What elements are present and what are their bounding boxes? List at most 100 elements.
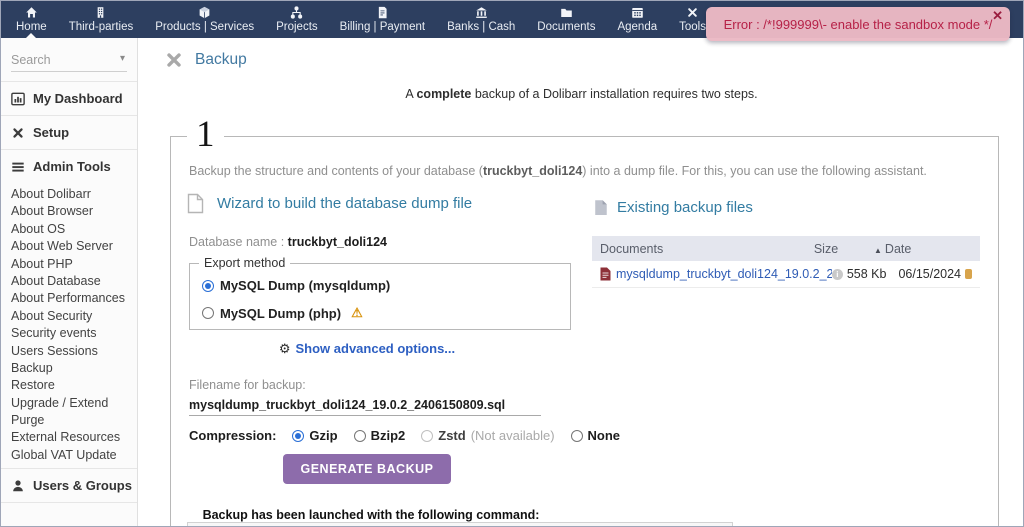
wizard-link[interactable]: Wizard to build the database dump file — [217, 195, 472, 212]
error-file-icon — [600, 267, 611, 281]
table-row: mysqldump_truckbyt_doli124_19.0.2_240615… — [592, 261, 980, 288]
sidebar-item-restore[interactable]: Restore — [1, 377, 137, 394]
nav-item-documents[interactable]: Documents — [526, 1, 606, 38]
radio-label: None — [587, 428, 621, 443]
radio-bzip2[interactable]: Bzip2 — [353, 428, 405, 443]
sidebar-item-users-groups[interactable]: Users & Groups — [1, 469, 137, 502]
error-banner: Error : /*!999999\- enable the sandbox m… — [706, 7, 1010, 41]
radio-zstd: Zstd (Not available) — [421, 428, 555, 443]
sidebar-item-my-dashboard[interactable]: My Dashboard — [1, 82, 137, 115]
nav-item-label: Documents — [537, 21, 596, 33]
gear-icon: ⚙ — [278, 341, 291, 356]
cube-icon — [198, 6, 211, 19]
chevron-down-icon[interactable]: ▾ — [120, 53, 125, 64]
column-documents[interactable]: Documents — [600, 242, 790, 256]
dashboard-chart-icon — [11, 92, 25, 106]
search-input[interactable] — [11, 50, 127, 70]
radio-gzip[interactable]: Gzip — [292, 428, 338, 443]
nav-item-label: Agenda — [617, 21, 658, 33]
sidebar-item-external-resources[interactable]: External Resources — [1, 429, 137, 446]
sidebar-item-upgrade-extend[interactable]: Upgrade / Extend — [1, 395, 137, 412]
close-icon[interactable]: ✕ — [992, 8, 1003, 24]
sidebar-item-about-performances[interactable]: About Performances — [1, 290, 137, 307]
nav-item-billing-payment[interactable]: Billing | Payment — [329, 1, 436, 38]
backup-files-table: Documents Size ▲ Date mysqldump_truckbyt_… — [592, 236, 980, 288]
filename-label: Filename for backup: — [189, 378, 306, 392]
nav-item-label: Tools — [679, 21, 706, 33]
warning-icon: ⚠ — [351, 305, 363, 320]
sidebar-item-security-events[interactable]: Security events — [1, 325, 137, 342]
bank-icon — [475, 6, 488, 19]
file-date-value: 06/15/2024 — [898, 267, 961, 281]
column-size[interactable]: Size — [790, 242, 862, 256]
radio-icon[interactable] — [202, 307, 214, 319]
clipped-icon — [965, 269, 972, 279]
nav-item-third-parties[interactable]: Third-parties — [58, 1, 145, 38]
sidebar-item-about-security[interactable]: About Security — [1, 308, 137, 325]
nav-item-label: Products | Services — [155, 21, 255, 33]
radio-none[interactable]: None — [570, 428, 621, 443]
intro-bold: complete — [416, 87, 472, 101]
sidebar-item-label: Admin Tools — [33, 159, 111, 174]
file-date-cell: 06/15/2024 — [886, 267, 972, 281]
tools-icon — [11, 126, 25, 140]
column-date[interactable]: ▲ Date — [862, 242, 972, 256]
existing-backups-header[interactable]: Existing backup files — [594, 199, 753, 216]
nav-item-label: Projects — [276, 21, 318, 33]
info-icon: i — [831, 268, 843, 280]
desc-prefix: Backup the structure and contents of you… — [189, 164, 483, 178]
sidebar-item-about-web-server[interactable]: About Web Server — [1, 238, 137, 255]
wizard-link-row[interactable]: Wizard to build the database dump file — [187, 193, 472, 214]
file-icon — [187, 193, 204, 214]
radio-label: Zstd — [438, 428, 466, 443]
radio-icon[interactable] — [353, 429, 366, 442]
generate-backup-button[interactable]: GENERATE BACKUP — [282, 454, 452, 484]
sidebar-item-setup[interactable]: Setup — [1, 116, 137, 149]
nav-item-label: Billing | Payment — [339, 21, 426, 33]
sidebar-item-about-browser[interactable]: About Browser — [1, 203, 137, 220]
nav-item-products-services[interactable]: Products | Services — [144, 1, 265, 38]
filename-input[interactable] — [189, 395, 541, 416]
step-1-fieldset: 1 Backup the structure and contents of y… — [170, 115, 999, 526]
radio-icon[interactable] — [202, 279, 214, 292]
file-name-cell: mysqldump_truckbyt_doli124_19.0.2_240615… — [600, 267, 832, 281]
user-icon — [11, 479, 25, 493]
sidebar-item-global-vat-update[interactable]: Global VAT Update — [1, 447, 137, 464]
sidebar-item-about-database[interactable]: About Database — [1, 273, 137, 290]
intro-text: A complete backup of a Dolibarr installa… — [138, 87, 1023, 101]
nav-item-banks-cash[interactable]: Banks | Cash — [436, 1, 526, 38]
backup-file-link[interactable]: mysqldump_truckbyt_doli124_19.0.2_240615… — [616, 267, 832, 281]
sidebar-item-about-php[interactable]: About PHP — [1, 256, 137, 273]
sidebar-item-about-os[interactable]: About OS — [1, 221, 137, 238]
sidebar-item-backup[interactable]: Backup — [1, 360, 137, 377]
show-advanced-link[interactable]: Show advanced options... — [296, 341, 456, 356]
table-header: Documents Size ▲ Date — [592, 236, 980, 261]
sort-asc-icon: ▲ — [874, 245, 882, 255]
nav-item-label: Home — [16, 21, 47, 33]
export-method-fieldset: Export method MySQL Dump (mysqldump) MyS… — [189, 256, 571, 330]
radio-icon[interactable] — [570, 429, 583, 442]
nav-item-label: Third-parties — [68, 21, 134, 33]
existing-backups-link[interactable]: Existing backup files — [617, 199, 753, 216]
generate-button-row: GENERATE BACKUP — [189, 454, 545, 484]
sidebar-item-users-sessions[interactable]: Users Sessions — [1, 343, 137, 360]
nav-item-home[interactable]: Home — [5, 1, 58, 38]
desc-suffix: ) into a dump file. For this, you can us… — [582, 164, 927, 178]
radio-mysqldump[interactable]: MySQL Dump (mysqldump) — [202, 278, 390, 293]
advanced-options-row[interactable]: ⚙ Show advanced options... — [189, 341, 545, 357]
nav-item-projects[interactable]: Projects — [265, 1, 329, 38]
nav-item-agenda[interactable]: Agenda — [606, 1, 668, 38]
not-available-label: (Not available) — [470, 428, 555, 443]
backup-command-box: /usr/bin/mysqldump truckbyt_doli124 -h — [187, 522, 733, 526]
sidebar-item-label: Users & Groups — [33, 478, 132, 494]
search-row: ▾ — [11, 50, 127, 72]
home-icon — [25, 6, 38, 19]
radio-icon[interactable] — [292, 429, 305, 442]
desc-db-name: truckbyt_doli124 — [482, 164, 583, 178]
radio-mysqldump-php[interactable]: MySQL Dump (php) ⚠ — [202, 305, 363, 321]
sidebar-item-purge[interactable]: Purge — [1, 412, 137, 429]
file-size-cell: i 558 Kb — [831, 267, 886, 281]
sidebar-item-about-dolibarr[interactable]: About Dolibarr — [1, 186, 137, 203]
divider — [1, 502, 137, 504]
sidebar-item-admin-tools[interactable]: Admin Tools — [1, 150, 137, 183]
